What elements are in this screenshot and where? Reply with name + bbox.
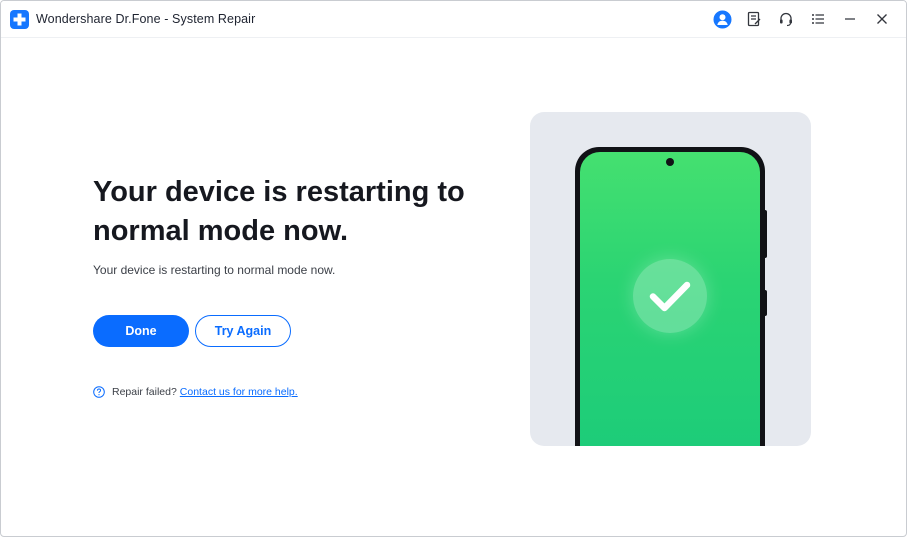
app-window: Wondershare Dr.Fone - System Repair Your…	[0, 0, 907, 537]
phone-camera	[666, 158, 674, 166]
app-title: Wondershare Dr.Fone - System Repair	[36, 12, 256, 26]
phone-side-button	[764, 290, 767, 316]
done-button[interactable]: Done	[93, 315, 189, 347]
feedback-icon[interactable]	[744, 9, 764, 29]
try-again-button[interactable]: Try Again	[195, 315, 291, 347]
contact-us-link[interactable]: Contact us for more help.	[180, 386, 298, 398]
phone-side-button	[764, 210, 767, 258]
menu-icon[interactable]	[808, 9, 828, 29]
help-prefix-text: Repair failed?	[112, 386, 177, 398]
status-heading: Your device is restarting to normal mode…	[93, 176, 465, 247]
question-circle-icon	[93, 386, 105, 398]
close-icon[interactable]	[872, 9, 892, 29]
account-icon[interactable]	[712, 9, 732, 29]
minimize-icon[interactable]	[840, 9, 860, 29]
title-bar: Wondershare Dr.Fone - System Repair	[1, 1, 906, 38]
status-description: Your device is restarting to normal mode…	[93, 263, 336, 277]
checkmark-icon	[633, 259, 707, 333]
device-illustration	[530, 112, 811, 446]
help-row: Repair failed? Contact us for more help.	[93, 384, 298, 400]
app-logo-icon	[10, 10, 29, 29]
support-headset-icon[interactable]	[776, 9, 796, 29]
